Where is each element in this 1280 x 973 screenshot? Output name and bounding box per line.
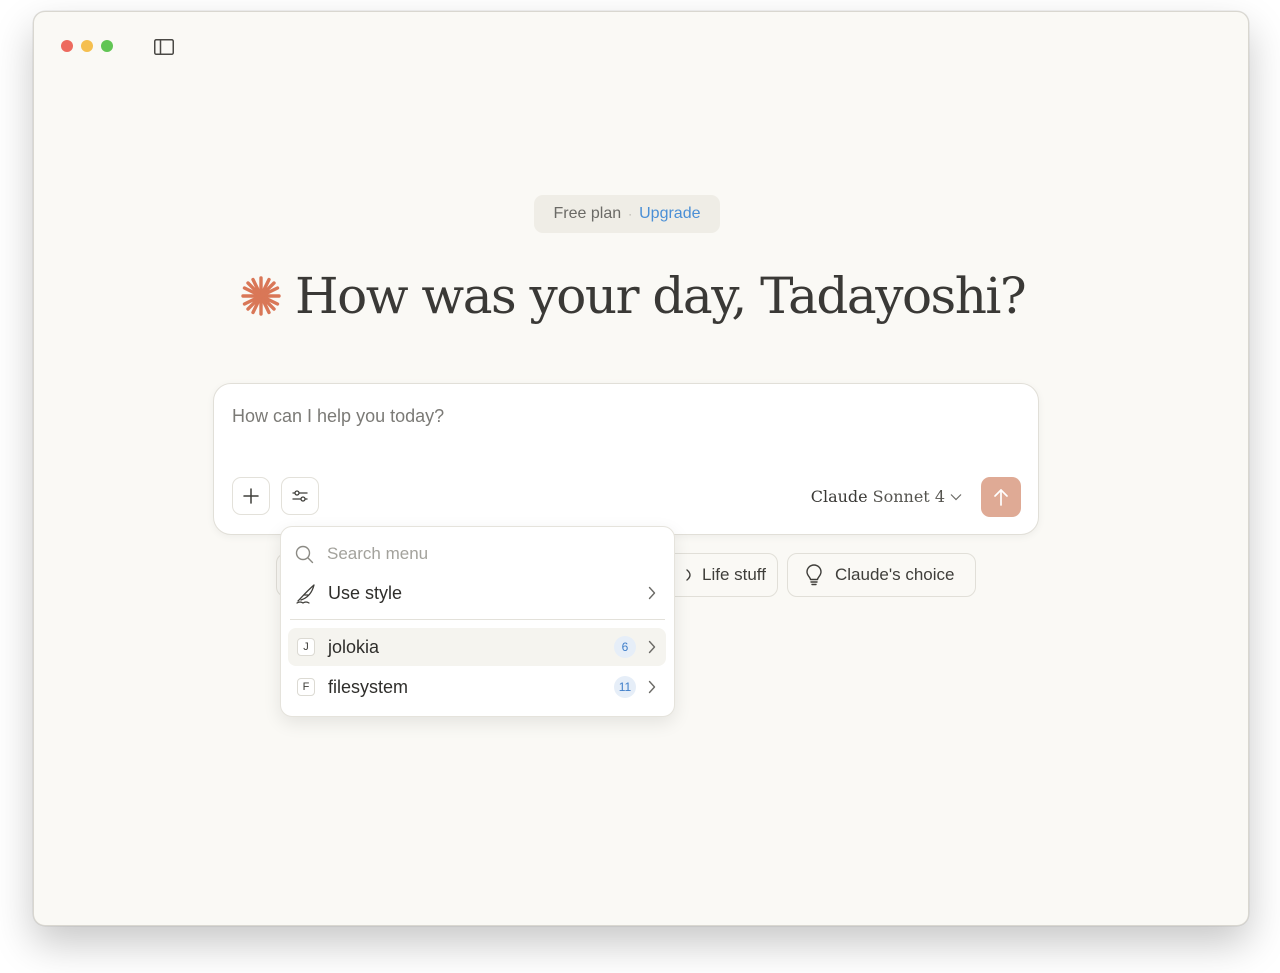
menu-divider — [290, 619, 665, 620]
menu-item-label: filesystem — [328, 676, 409, 697]
tools-button[interactable] — [281, 477, 319, 515]
add-attachment-button[interactable] — [232, 477, 270, 515]
lightbulb-icon — [806, 564, 822, 586]
sidebar-toggle-button[interactable] — [153, 38, 175, 56]
upgrade-link[interactable]: Upgrade — [639, 205, 700, 223]
model-selector[interactable]: Claude Sonnet 4 — [811, 487, 962, 506]
send-button[interactable] — [981, 477, 1021, 517]
menu-item-label: Use style — [328, 582, 403, 603]
chip-label: Life stuff — [702, 565, 766, 584]
close-window-button[interactable] — [61, 40, 73, 52]
search-menu-input[interactable] — [327, 544, 627, 564]
chevron-right-icon — [648, 586, 656, 600]
plan-badge: Free plan · Upgrade — [534, 195, 720, 233]
server-letter-badge: F — [297, 678, 315, 696]
maximize-window-button[interactable] — [101, 40, 113, 52]
greeting-text: How was your day, Tadayoshi? — [295, 267, 1027, 325]
menu-item-filesystem[interactable]: F filesystem 11 — [288, 668, 666, 706]
chevron-right-icon — [648, 680, 656, 694]
coffee-icon — [686, 569, 691, 581]
plan-separator: · — [628, 207, 633, 221]
model-brand: Claude — [810, 487, 868, 506]
chip-label: Claude's choice — [835, 565, 955, 584]
message-composer[interactable]: How can I help you today? Claude Sonnet … — [213, 383, 1039, 535]
plus-icon — [243, 488, 259, 504]
minimize-window-button[interactable] — [81, 40, 93, 52]
search-icon — [295, 545, 314, 563]
menu-item-use-style[interactable]: Use style — [288, 574, 666, 612]
claude-star-icon — [241, 276, 281, 316]
suggestion-chip-claudes-choice[interactable]: Claude's choice — [787, 553, 976, 597]
message-input[interactable]: How can I help you today? — [232, 406, 444, 427]
menu-item-jolokia[interactable]: J jolokia 6 — [288, 628, 666, 666]
menu-search — [295, 542, 627, 566]
suggestion-chip-life-stuff[interactable]: Life stuff — [664, 553, 778, 597]
model-name: Sonnet 4 — [872, 487, 945, 506]
arrow-up-icon — [994, 489, 1008, 506]
tools-menu: Use style J jolokia 6 F — [280, 526, 675, 717]
tool-count-badge: 6 — [614, 636, 636, 658]
server-letter-badge: J — [297, 638, 315, 656]
feather-icon — [296, 584, 315, 604]
greeting: How was your day, Tadayoshi? — [240, 267, 1027, 325]
plan-label: Free plan — [553, 205, 622, 222]
menu-item-label: jolokia — [328, 636, 380, 657]
sliders-icon — [292, 490, 308, 502]
tool-count-badge: 11 — [614, 676, 636, 698]
chevron-down-icon — [950, 493, 962, 500]
app-window: Free plan · Upgrade How was your day, Ta… — [33, 11, 1249, 926]
chevron-right-icon — [648, 640, 656, 654]
sidebar-icon — [154, 39, 174, 55]
